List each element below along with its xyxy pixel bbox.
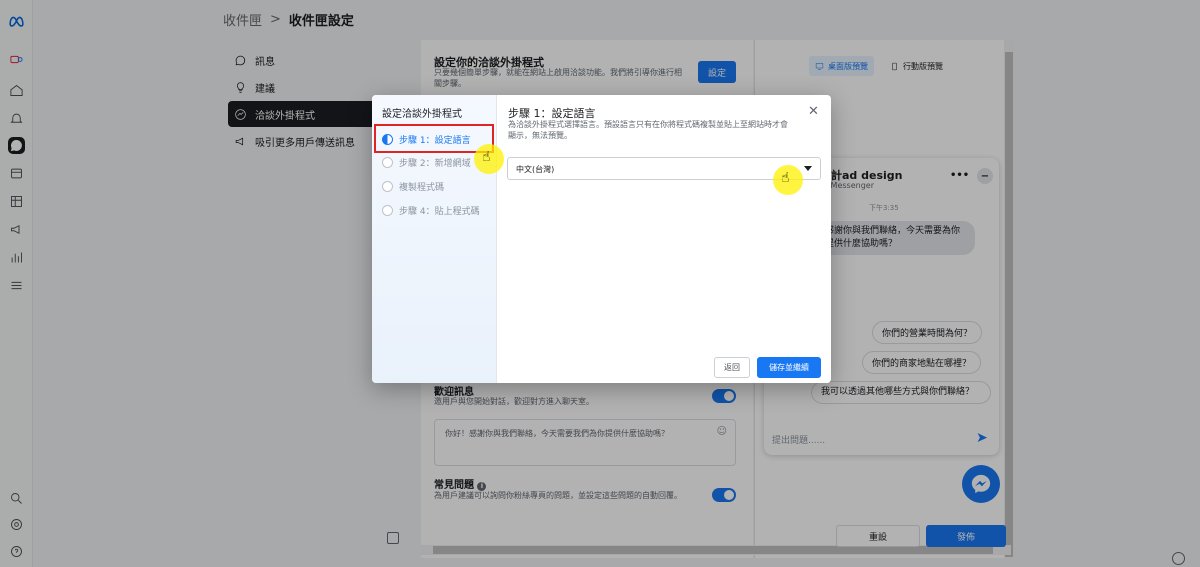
- close-icon[interactable]: ✕: [808, 104, 819, 119]
- setup-chat-plugin-dialog: 設定洽談外掛程式 步驟 1：設定語言 步驟 2：新增網域 複製程式碼 步驟 4：…: [372, 95, 831, 383]
- step-circle-icon: [382, 205, 393, 216]
- step-label: 複製程式碼: [399, 183, 445, 193]
- step-label: 步驟 2：新增網域: [399, 159, 471, 169]
- cursor-highlight: ☝: [474, 144, 504, 174]
- step-progress-icon: [382, 134, 393, 145]
- cursor-highlight: ☝: [773, 165, 803, 195]
- step-label: 步驟 1：設定語言: [399, 136, 471, 146]
- dialog-description: 為洽談外掛程式選擇語言。預設語言只有在你將程式碼複製並貼上至網站時才會顯示，無法…: [508, 120, 788, 140]
- language-value: 中文(台灣): [516, 165, 555, 174]
- dialog-side-title: 設定洽談外掛程式: [382, 109, 462, 120]
- chevron-down-icon: [804, 166, 812, 171]
- step-2-add-domain[interactable]: 步驟 2：新增網域: [382, 156, 471, 169]
- step-4-paste-code[interactable]: 步驟 4：貼上程式碼: [382, 204, 480, 217]
- dialog-steps-sidebar: 設定洽談外掛程式 步驟 1：設定語言 步驟 2：新增網域 複製程式碼 步驟 4：…: [372, 95, 497, 383]
- step-1-set-language[interactable]: 步驟 1：設定語言: [382, 133, 471, 146]
- hand-cursor-icon: ☝: [781, 170, 790, 186]
- step-label: 步驟 4：貼上程式碼: [399, 207, 480, 217]
- hand-cursor-icon: ☝: [482, 149, 491, 165]
- save-and-continue-button[interactable]: 儲存並繼續: [757, 357, 821, 378]
- dialog-content: 步驟 1：設定語言 為洽談外掛程式選擇語言。預設語言只有在你將程式碼複製並貼上至…: [497, 95, 831, 383]
- step-3-copy-code[interactable]: 複製程式碼: [382, 180, 444, 193]
- back-button[interactable]: 返回: [714, 357, 750, 378]
- step-circle-icon: [382, 157, 393, 168]
- step-circle-icon: [382, 181, 393, 192]
